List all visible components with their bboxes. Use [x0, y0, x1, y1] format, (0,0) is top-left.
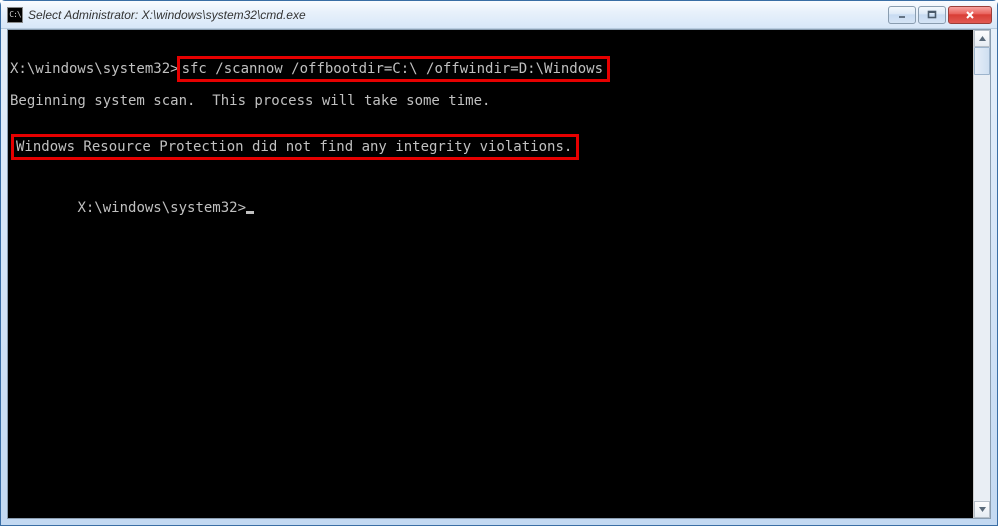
close-icon [964, 10, 976, 20]
close-button[interactable] [948, 6, 992, 24]
scroll-track[interactable] [974, 47, 990, 501]
client-area: X:\windows\system32>sfc /scannow /offboo… [7, 29, 991, 519]
chevron-down-icon [978, 505, 987, 514]
prompt-text: X:\windows\system32> [10, 56, 179, 83]
cmd-window: C:\ Select Administrator: X:\windows\sys… [0, 0, 998, 526]
command-text: sfc /scannow /offbootdir=C:\ /offwindir=… [182, 59, 603, 79]
window-controls [888, 6, 992, 24]
prompt-text-2: X:\windows\system32> [77, 200, 246, 216]
cursor [246, 211, 254, 214]
scroll-thumb[interactable] [974, 47, 990, 75]
scroll-down-button[interactable] [974, 501, 990, 518]
cmd-icon: C:\ [7, 7, 23, 23]
command-highlight: sfc /scannow /offbootdir=C:\ /offwindir=… [177, 56, 610, 82]
vertical-scrollbar[interactable] [973, 30, 990, 518]
prompt-line-2: X:\windows\system32> [10, 168, 254, 249]
prompt-line-1: X:\windows\system32>sfc /scannow /offboo… [10, 56, 610, 83]
window-title: Select Administrator: X:\windows\system3… [28, 8, 888, 22]
console-output[interactable]: X:\windows\system32>sfc /scannow /offboo… [8, 30, 973, 518]
chevron-up-icon [978, 34, 987, 43]
minimize-button[interactable] [888, 6, 916, 24]
minimize-icon [897, 10, 907, 20]
titlebar[interactable]: C:\ Select Administrator: X:\windows\sys… [1, 1, 997, 29]
maximize-button[interactable] [918, 6, 946, 24]
scan-message: Beginning system scan. This process will… [10, 88, 490, 115]
result-message: Windows Resource Protection did not find… [16, 134, 572, 161]
result-highlight: Windows Resource Protection did not find… [11, 134, 579, 160]
scroll-up-button[interactable] [974, 30, 990, 47]
maximize-icon [927, 10, 937, 20]
cmd-icon-text: C:\ [9, 11, 20, 19]
